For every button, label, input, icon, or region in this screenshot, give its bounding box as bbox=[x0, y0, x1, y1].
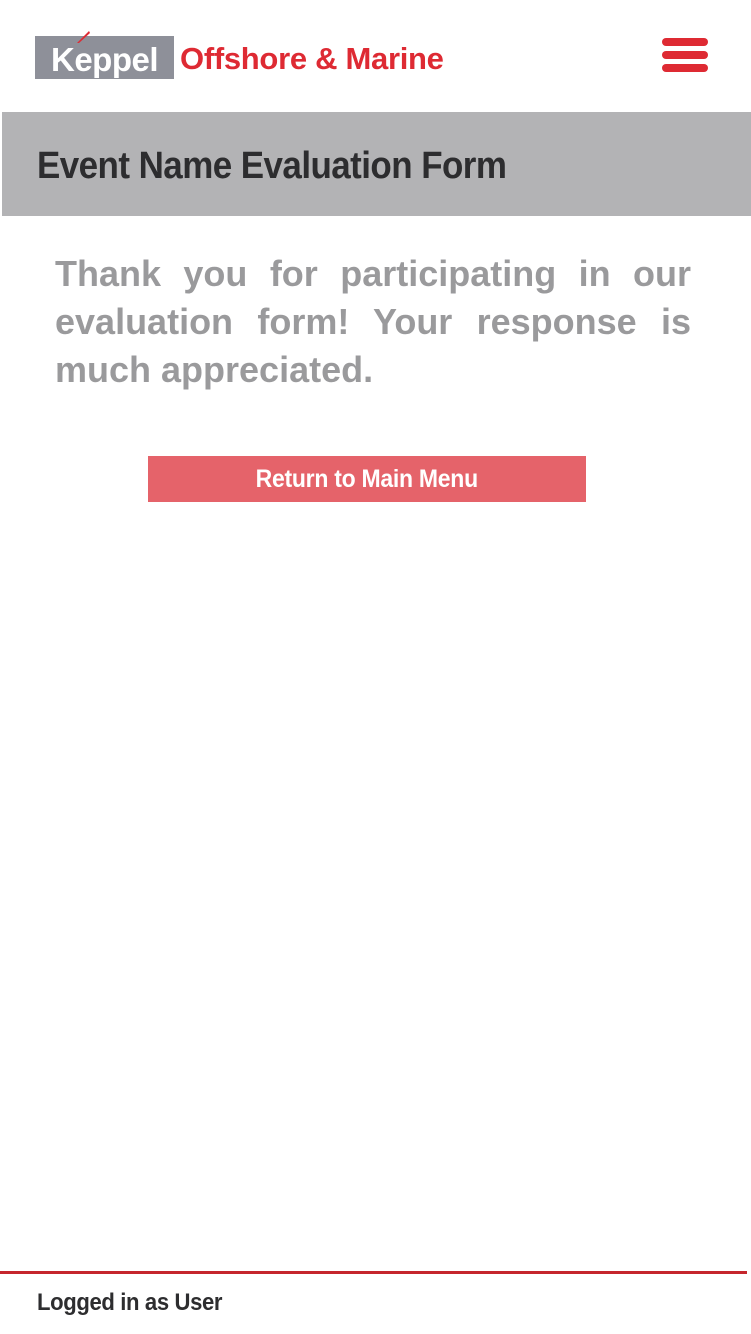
logo-accent-icon bbox=[77, 31, 90, 43]
logged-in-status: Logged in as User bbox=[37, 1289, 223, 1316]
thank-you-message: Thank you for participating in our evalu… bbox=[55, 253, 691, 390]
menu-bar-bottom bbox=[662, 64, 708, 72]
logo-box-text: Keppel bbox=[50, 40, 159, 78]
return-button-label: Return to Main Menu bbox=[255, 464, 479, 493]
return-to-main-menu-button[interactable]: Return to Main Menu bbox=[148, 456, 586, 502]
logo-box: Keppel bbox=[35, 31, 174, 79]
hamburger-menu-icon[interactable] bbox=[660, 38, 710, 74]
company-logo[interactable]: Keppel Offshore & Marine bbox=[35, 31, 444, 79]
logo-brand-text: Offshore & Marine bbox=[180, 41, 444, 76]
menu-bar-top bbox=[662, 38, 708, 46]
page: Keppel Offshore & Marine Event Name Eval… bbox=[0, 0, 751, 1334]
menu-bar-middle bbox=[662, 51, 708, 59]
page-title: Event Name Evaluation Form bbox=[37, 145, 507, 187]
footer-divider bbox=[0, 1271, 747, 1274]
app-header: Keppel Offshore & Marine bbox=[0, 0, 751, 112]
